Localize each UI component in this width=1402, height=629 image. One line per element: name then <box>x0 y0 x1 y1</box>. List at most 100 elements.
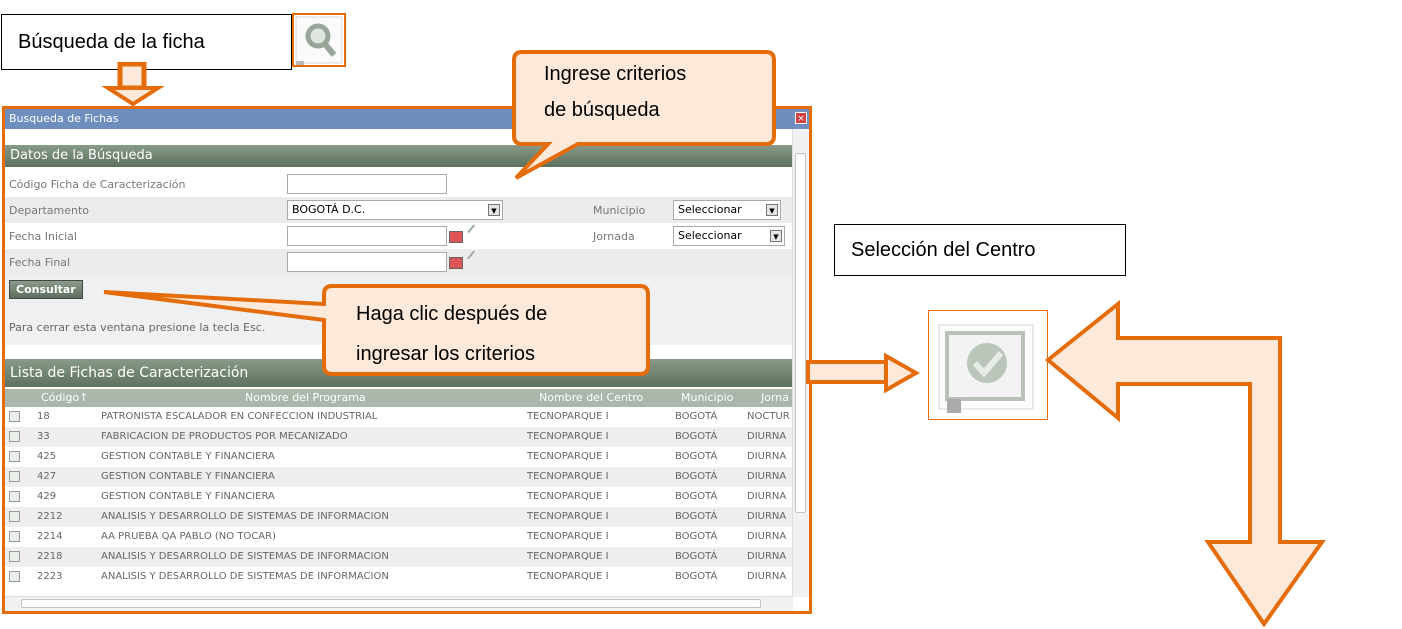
cell-shift: DIURNA <box>747 511 787 522</box>
table-row[interactable]: 2223 ANALISIS Y DESARROLLO DE SISTEMAS DE… <box>5 567 793 587</box>
cell-municipality: BOGOTÁ <box>675 431 718 442</box>
horizontal-scrollbar[interactable] <box>5 596 793 611</box>
table-row[interactable]: 2214 AA PRUEBA QA PABLO (NO TOCAR) TECNOPA… <box>5 527 793 547</box>
hscroll-thumb[interactable] <box>21 599 761 608</box>
cell-shift: DIURNA <box>747 531 787 542</box>
end-date-label: Fecha Final <box>9 256 71 269</box>
cell-center: TECNOPARQUE I <box>527 431 609 442</box>
callout-click-line2: ingresar los criterios <box>356 343 535 365</box>
start-date-input[interactable] <box>287 226 447 246</box>
down-right-arrow <box>1044 300 1326 628</box>
end-date-input[interactable] <box>287 252 447 272</box>
cell-program: PATRONISTA ESCALADOR EN CONFECCION INDUS… <box>101 411 378 422</box>
select-row-icon[interactable] <box>9 511 20 522</box>
cell-program: ANALISIS Y DESARROLLO DE SISTEMAS DE INF… <box>101 551 389 562</box>
cell-program: GESTION CONTABLE Y FINANCIERA <box>101 491 275 502</box>
select-center-label-box: Selección del Centro <box>834 224 1126 276</box>
cell-center: TECNOPARQUE I <box>527 571 609 582</box>
cell-municipality: BOGOTÁ <box>675 571 718 582</box>
department-select[interactable]: BOGOTÁ D.C. ▼ <box>287 200 503 220</box>
chevron-down-icon[interactable]: ▼ <box>488 204 500 216</box>
cell-program: FABRICACION DE PRODUCTOS POR MECANIZADO <box>101 431 348 442</box>
table-row[interactable]: 2212 ANALISIS Y DESARROLLO DE SISTEMAS DE… <box>5 507 793 527</box>
cell-shift: DIURNA <box>747 471 787 482</box>
cell-shift: DIURNA <box>747 451 787 462</box>
callout-criteria-line1: Ingrese criterios <box>544 63 687 85</box>
consult-button[interactable]: Consultar <box>9 280 83 299</box>
row-end-date: Fecha Final <box>5 249 793 275</box>
cell-shift: DIURNA <box>747 551 787 562</box>
cell-code: 2218 <box>37 551 63 562</box>
scroll-thumb[interactable] <box>795 153 806 513</box>
col-program[interactable]: Nombre del Programa <box>245 389 366 407</box>
right-arrow <box>806 352 921 394</box>
code-label: Código Ficha de Caracterización <box>9 178 186 191</box>
col-code[interactable]: Código↑ <box>41 389 88 407</box>
cell-code: 33 <box>37 431 50 442</box>
search-section-title: Datos de la Búsqueda <box>10 148 153 163</box>
cell-program: GESTION CONTABLE Y FINANCIERA <box>101 471 275 482</box>
calendar-icon[interactable] <box>449 257 463 269</box>
cell-center: TECNOPARQUE I <box>527 411 609 422</box>
magnifier-icon[interactable] <box>292 13 346 67</box>
cell-municipality: BOGOTÁ <box>675 511 718 522</box>
table-row[interactable]: 33 FABRICACION DE PRODUCTOS POR MECANIZAD… <box>5 427 793 447</box>
shift-value: Seleccionar <box>678 229 742 242</box>
window-title: Busqueda de Fichas <box>9 112 119 125</box>
close-button[interactable]: × <box>795 112 807 124</box>
shift-label: Jornada <box>593 230 635 243</box>
cell-center: TECNOPARQUE I <box>527 551 609 562</box>
select-row-icon[interactable] <box>9 571 20 582</box>
down-arrow <box>101 62 165 107</box>
cell-shift: DIURNA <box>747 431 787 442</box>
table-row[interactable]: 2218 ANALISIS Y DESARROLLO DE SISTEMAS DE… <box>5 547 793 567</box>
chevron-down-icon[interactable]: ▼ <box>770 230 782 242</box>
cell-shift: DIURNA <box>747 491 787 502</box>
select-row-icon[interactable] <box>9 471 20 482</box>
table-row[interactable]: 427 GESTION CONTABLE Y FINANCIERA TECNOPAR… <box>5 467 793 487</box>
select-row-icon[interactable] <box>9 531 20 542</box>
select-row-icon[interactable] <box>9 551 20 562</box>
grid-header: Código↑ Nombre del Programa Nombre del C… <box>5 389 793 407</box>
code-input[interactable] <box>287 174 447 194</box>
select-row-icon[interactable] <box>9 411 20 422</box>
cell-program: ANALISIS Y DESARROLLO DE SISTEMAS DE INF… <box>101 571 389 582</box>
select-row-icon[interactable] <box>9 431 20 442</box>
cell-center: TECNOPARQUE I <box>527 451 609 462</box>
chevron-down-icon[interactable]: ▼ <box>766 204 778 216</box>
cell-center: TECNOPARQUE I <box>527 531 609 542</box>
cell-municipality: BOGOTÁ <box>675 451 718 462</box>
cell-program: ANALISIS Y DESARROLLO DE SISTEMAS DE INF… <box>101 511 389 522</box>
clear-icon[interactable] <box>467 224 483 240</box>
table-row[interactable]: 425 GESTION CONTABLE Y FINANCIERA TECNOPAR… <box>5 447 793 467</box>
cell-program: GESTION CONTABLE Y FINANCIERA <box>101 451 275 462</box>
search-label-text: Búsqueda de la ficha <box>18 30 205 53</box>
table-row[interactable]: 18 PATRONISTA ESCALADOR EN CONFECCION IND… <box>5 407 793 427</box>
cell-municipality: BOGOTÁ <box>675 491 718 502</box>
municipality-label: Municipio <box>593 204 646 217</box>
cell-shift: NOCTUR <box>747 411 790 422</box>
checkmark-icon[interactable] <box>928 310 1048 420</box>
table-row[interactable]: 429 GESTION CONTABLE Y FINANCIERA TECNOPAR… <box>5 487 793 507</box>
cell-municipality: BOGOTÁ <box>675 471 718 482</box>
col-municipality[interactable]: Municipio <box>681 389 733 407</box>
cell-center: TECNOPARQUE I <box>527 471 609 482</box>
callout-click-line1: Haga clic después de <box>356 303 548 325</box>
cell-shift: DIURNA <box>747 571 787 582</box>
select-center-label-text: Selección del Centro <box>851 238 1036 261</box>
municipality-select[interactable]: Seleccionar ▼ <box>673 200 781 220</box>
col-center[interactable]: Nombre del Centro <box>539 389 643 407</box>
select-row-icon[interactable] <box>9 451 20 462</box>
cell-center: TECNOPARQUE I <box>527 491 609 502</box>
cell-municipality: BOGOTÁ <box>675 551 718 562</box>
cell-code: 429 <box>37 491 57 502</box>
department-label: Departamento <box>9 204 90 217</box>
row-department: Departamento BOGOTÁ D.C. ▼ Municipio Sel… <box>5 197 793 223</box>
shift-select[interactable]: Seleccionar ▼ <box>673 226 785 246</box>
clear-icon[interactable] <box>467 250 483 266</box>
cell-code: 425 <box>37 451 57 462</box>
select-row-icon[interactable] <box>9 491 20 502</box>
calendar-icon[interactable] <box>449 231 463 243</box>
municipality-value: Seleccionar <box>678 203 742 216</box>
col-shift[interactable]: Jorna <box>761 389 789 407</box>
